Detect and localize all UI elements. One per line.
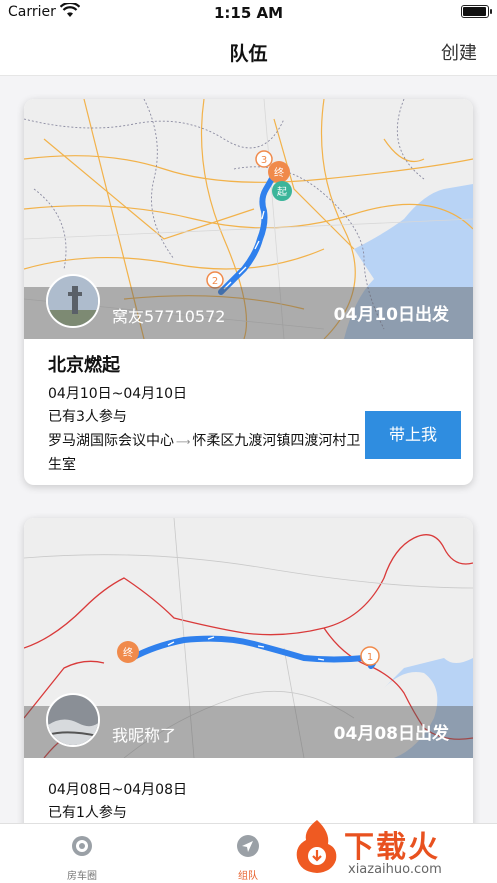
avatar[interactable] [46, 274, 100, 328]
svg-text:起: 起 [277, 186, 287, 198]
tab-team[interactable]: 组队 [203, 824, 293, 883]
departure-date: 04月10日出发 [333, 305, 449, 325]
page-title: 队伍 [229, 43, 268, 65]
team-card[interactable]: 3 终 起 2 窝友57710572 04月10日出发 北京燃起 04月10日~… [24, 99, 473, 485]
clock: 1:15 AM [213, 4, 284, 22]
route-end-marker: 终 [117, 641, 139, 663]
navigation-arrow-icon [237, 835, 259, 857]
departure-date: 04月08日出发 [333, 724, 449, 744]
route-start-marker: 起 [272, 181, 292, 201]
route-origin: 罗马湖国际会议中心 [48, 433, 174, 449]
svg-text:3: 3 [261, 155, 267, 166]
tab-label: 房车圈 [67, 871, 97, 882]
watermark-text: 下载火 [344, 830, 440, 865]
watermark-url: xiazaihuo.com [348, 862, 442, 877]
watermark-logo: 下载火 xiazaihuo.com [292, 818, 492, 880]
tab-rv-circle[interactable]: 房车圈 [37, 824, 127, 883]
owner-name: 我昵称了 [112, 726, 177, 745]
route-description: 罗马湖国际会议中心 ⟶ 怀柔区九渡河镇四渡河村卫生室 [48, 430, 368, 476]
team-title: 北京燃起 [48, 355, 120, 376]
target-icon [72, 836, 92, 856]
tab-label: 组队 [238, 871, 258, 882]
avatar[interactable] [46, 693, 100, 747]
team-feed[interactable]: 3 终 起 2 窝友57710572 04月10日出发 北京燃起 04月10日~… [0, 77, 497, 823]
date-range: 04月08日~04月08日 [48, 782, 187, 798]
svg-text:终: 终 [123, 646, 133, 659]
card-details: 04月08日~04月08日 已有1人参与 [48, 779, 458, 823]
owner-name: 窝友57710572 [112, 307, 226, 326]
route-marker: 2 [206, 271, 224, 289]
status-bar: Carrier 1:15 AM [0, 0, 497, 26]
route-marker: 3 [255, 150, 273, 168]
svg-text:终: 终 [274, 166, 284, 179]
team-card[interactable]: 终 1 我昵称了 04月08日出发 04月08日~04月08日 已有1人参与 [24, 518, 473, 823]
route-end-marker: 终 [268, 161, 290, 183]
route-marker: 1 [360, 646, 380, 666]
create-button[interactable]: 创建 [441, 39, 477, 65]
route-arrow-icon: ⟶ [176, 437, 191, 448]
flame-icon [296, 820, 337, 873]
svg-text:2: 2 [212, 276, 218, 287]
navigation-bar: 队伍 创建 [0, 26, 497, 76]
svg-text:1: 1 [367, 652, 373, 663]
join-team-button[interactable]: 带上我 [365, 411, 461, 459]
date-range: 04月10日~04月10日 [48, 386, 187, 402]
battery-icon [461, 5, 492, 18]
